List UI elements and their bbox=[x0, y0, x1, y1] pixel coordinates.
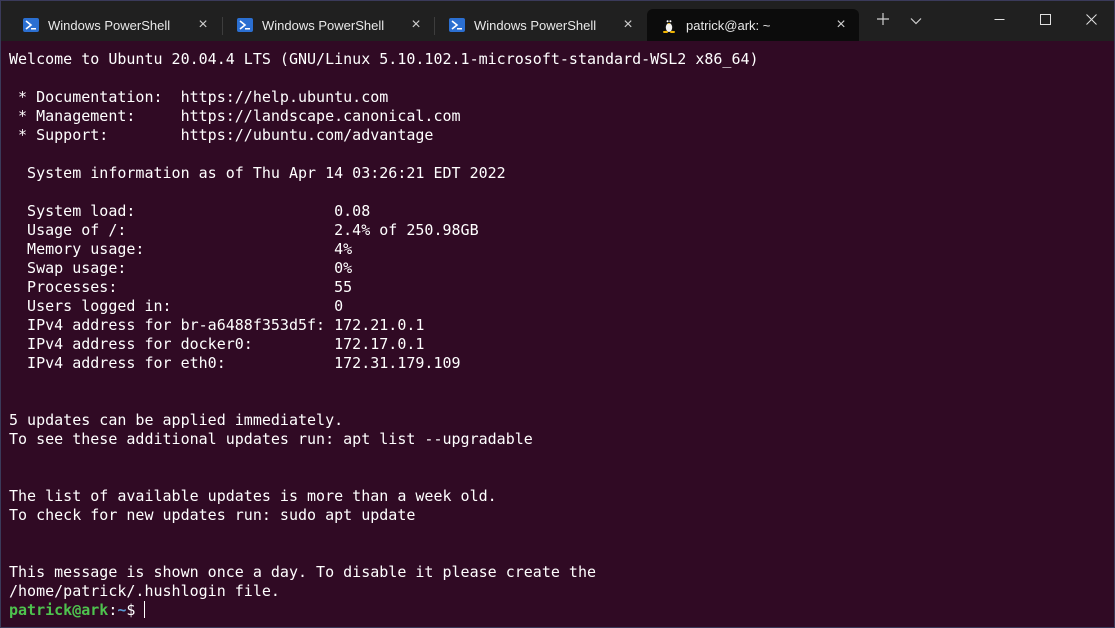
tab-title: patrick@ark: ~ bbox=[686, 17, 771, 33]
tab-title: Windows PowerShell bbox=[474, 17, 597, 33]
terminal-lines: Welcome to Ubuntu 20.04.4 LTS (GNU/Linux… bbox=[9, 50, 1114, 601]
chevron-down-icon bbox=[910, 12, 922, 30]
tab-powershell-2[interactable]: Windows PowerShell × bbox=[223, 9, 434, 41]
terminal-output[interactable]: Welcome to Ubuntu 20.04.4 LTS (GNU/Linux… bbox=[1, 41, 1114, 627]
prompt-symbol: $ bbox=[126, 601, 136, 619]
tab-title: Windows PowerShell bbox=[262, 17, 385, 33]
close-tab-icon[interactable]: × bbox=[195, 17, 211, 33]
new-tab-button[interactable] bbox=[869, 7, 897, 35]
maximize-button[interactable] bbox=[1022, 1, 1068, 41]
powershell-icon bbox=[449, 17, 465, 33]
text-cursor bbox=[144, 601, 146, 618]
tab-powershell-3[interactable]: Windows PowerShell × bbox=[435, 9, 646, 41]
terminal-line: IPv4 address for eth0: 172.31.179.109 bbox=[9, 354, 461, 372]
terminal-line: This message is shown once a day. To dis… bbox=[9, 563, 596, 581]
close-tab-icon[interactable]: × bbox=[620, 17, 636, 33]
terminal-line: * Management: https://landscape.canonica… bbox=[9, 107, 461, 125]
terminal-line: * Documentation: https://help.ubuntu.com bbox=[9, 88, 389, 106]
minimize-button[interactable] bbox=[976, 1, 1022, 41]
powershell-icon bbox=[23, 17, 39, 33]
prompt-user-host: patrick@ark bbox=[9, 601, 109, 619]
terminal-line: Users logged in: 0 bbox=[9, 297, 344, 315]
terminal-line: Usage of /: 2.4% of 250.98GB bbox=[9, 221, 479, 239]
terminal-line: The list of available updates is more th… bbox=[9, 487, 497, 505]
linux-tux-icon bbox=[661, 17, 677, 33]
title-bar: Windows PowerShell × Windows PowerShell … bbox=[1, 1, 1114, 41]
terminal-line: IPv4 address for br-a6488f353d5f: 172.21… bbox=[9, 316, 425, 334]
terminal-line: 5 updates can be applied immediately. bbox=[9, 411, 344, 429]
powershell-icon bbox=[237, 17, 253, 33]
minimize-icon bbox=[994, 12, 1005, 30]
terminal-line: System information as of Thu Apr 14 03:2… bbox=[9, 164, 506, 182]
terminal-line: * Support: https://ubuntu.com/advantage bbox=[9, 126, 434, 144]
terminal-line: Processes: 55 bbox=[9, 278, 353, 296]
terminal-line: Swap usage: 0% bbox=[9, 259, 353, 277]
terminal-line: IPv4 address for docker0: 172.17.0.1 bbox=[9, 335, 425, 353]
terminal-line: System load: 0.08 bbox=[9, 202, 371, 220]
terminal-window: Windows PowerShell × Windows PowerShell … bbox=[0, 0, 1115, 628]
close-window-button[interactable] bbox=[1068, 1, 1114, 41]
tab-title: Windows PowerShell bbox=[48, 17, 171, 33]
close-tab-icon[interactable]: × bbox=[833, 17, 849, 33]
terminal-line: To see these additional updates run: apt… bbox=[9, 430, 533, 448]
close-tab-icon[interactable]: × bbox=[408, 17, 424, 33]
terminal-line: Memory usage: 4% bbox=[9, 240, 353, 258]
terminal-line: Welcome to Ubuntu 20.04.4 LTS (GNU/Linux… bbox=[9, 50, 759, 68]
close-icon bbox=[1085, 12, 1097, 30]
prompt-line[interactable]: patrick@ark:~$ bbox=[9, 601, 1114, 620]
maximize-icon bbox=[1039, 12, 1051, 30]
tab-dropdown-button[interactable] bbox=[902, 7, 930, 35]
tab-powershell-1[interactable]: Windows PowerShell × bbox=[9, 9, 221, 41]
terminal-line: /home/patrick/.hushlogin file. bbox=[9, 582, 280, 600]
plus-icon bbox=[876, 12, 890, 31]
tab-ubuntu[interactable]: patrick@ark: ~ × bbox=[647, 9, 859, 41]
terminal-line: To check for new updates run: sudo apt u… bbox=[9, 506, 416, 524]
